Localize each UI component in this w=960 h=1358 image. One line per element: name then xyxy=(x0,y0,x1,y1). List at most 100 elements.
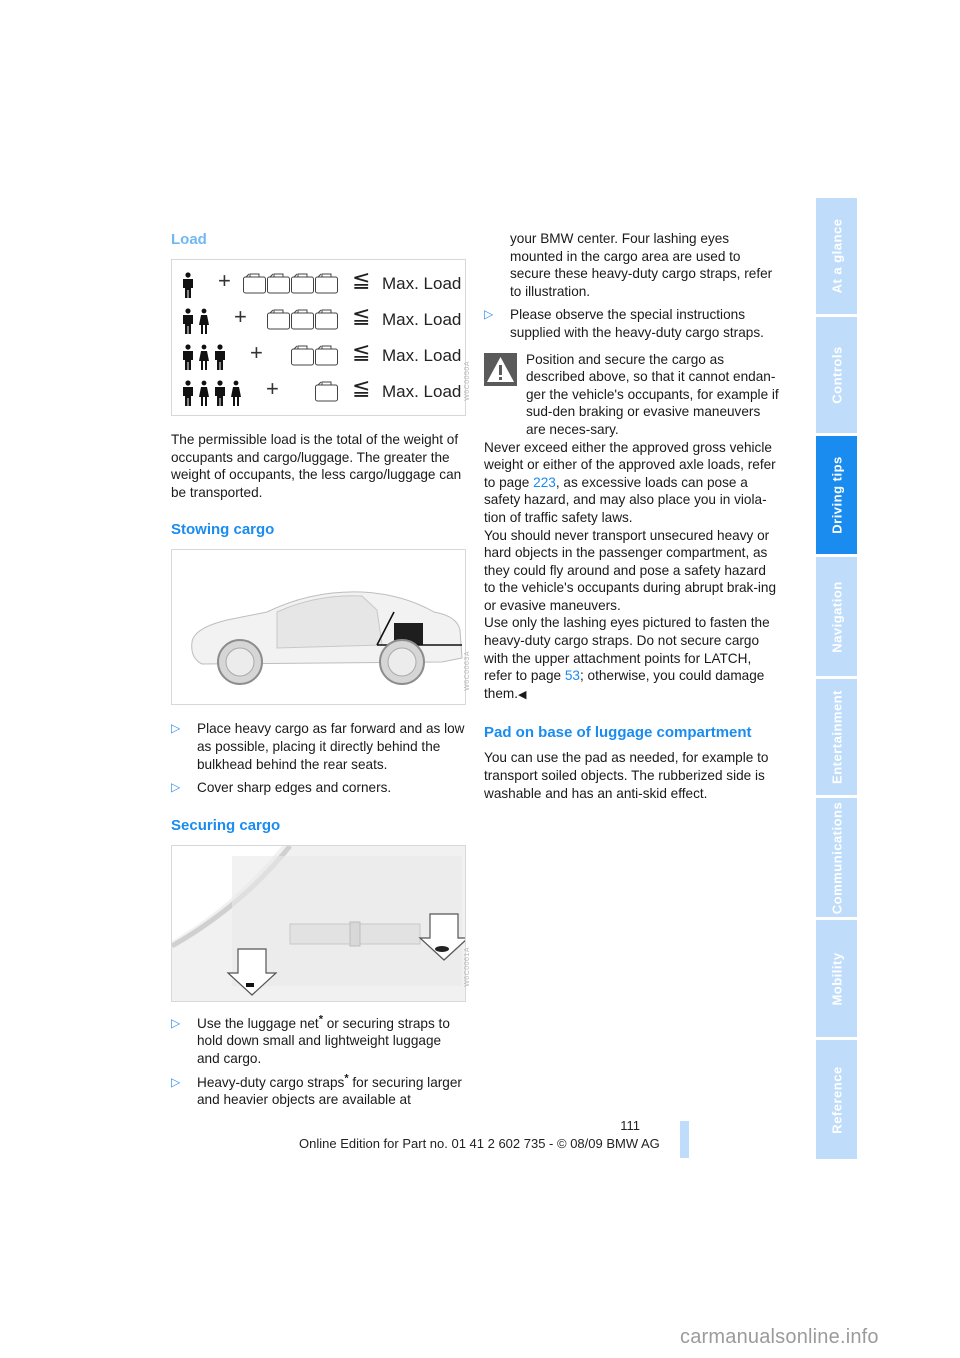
figure-code: W6C0063A xyxy=(464,650,472,691)
sidebar-tab-reference[interactable]: Reference xyxy=(816,1040,857,1159)
plus-sign: + xyxy=(250,340,263,365)
bullet-text: Place heavy cargo as far forward and as … xyxy=(197,721,465,772)
bullet-item: ▷ Place heavy cargo as far forward and as… xyxy=(171,720,466,773)
sidebar-tab-communications[interactable]: Communications xyxy=(816,798,857,917)
occupants xyxy=(182,272,199,303)
less-or-equal-sign: ≦ xyxy=(352,339,371,364)
luggage-icon xyxy=(290,345,316,370)
page-marker-bar xyxy=(680,1121,689,1158)
woman-icon xyxy=(199,380,209,409)
luggage-icon xyxy=(266,309,292,334)
bullet-text: Heavy-duty cargo straps xyxy=(197,1074,345,1090)
luggage-group xyxy=(266,307,340,336)
section-heading-stowing-cargo: Stowing cargo xyxy=(171,521,275,539)
edition-line: Online Edition for Part no. 01 41 2 602 … xyxy=(299,1136,660,1151)
luggage-icon xyxy=(314,273,340,298)
warning-paragraph-axle-loads: Never exceed either the approved gross v… xyxy=(484,439,780,527)
car-side-figure: W6C0063A xyxy=(171,549,471,706)
tab-label: Navigation xyxy=(829,580,844,653)
figure-code: W6C0061A xyxy=(464,946,472,987)
right-column: your BMW center. Four lashing eyes mount… xyxy=(484,230,780,802)
tab-label: Communications xyxy=(829,801,844,914)
man-icon xyxy=(182,380,194,409)
tab-label: Mobility xyxy=(829,951,844,1006)
sidebar-tab-entertainment[interactable]: Entertainment xyxy=(816,679,857,795)
occupants xyxy=(182,308,214,339)
end-of-warning-icon: ◀ xyxy=(518,688,527,701)
tab-label: Driving tips xyxy=(829,456,844,534)
trunk-illustration xyxy=(170,844,470,996)
bullet-triangle-icon: ▷ xyxy=(171,1074,181,1089)
load-row: + ≦ Max. Load xyxy=(172,268,465,304)
tab-label: Entertainment xyxy=(829,690,844,784)
figure-code: W6C0050A xyxy=(464,361,472,401)
man-icon xyxy=(182,308,194,337)
luggage-icon xyxy=(290,273,316,298)
bullet-text: Please observe the special instructions … xyxy=(510,307,764,340)
section-heading-securing-cargo: Securing cargo xyxy=(171,816,281,834)
tab-label: Controls xyxy=(829,346,844,404)
bullet-item: ▷ Cover sharp edges and corners. xyxy=(171,779,466,797)
sidebar-tab-navigation[interactable]: Navigation xyxy=(816,557,857,676)
luggage-group xyxy=(290,343,340,372)
bullet-item: ▷ Please observe the special instructions… xyxy=(484,306,780,341)
stowing-bullet-list: ▷ Place heavy cargo as far forward and as… xyxy=(171,720,466,796)
warning-paragraph: Position and secure the cargo as describ… xyxy=(526,351,779,437)
load-row: + ≦ Max. Load xyxy=(172,376,465,412)
luggage-compartment-figure: W6C0061A xyxy=(170,844,471,1002)
bullet-triangle-icon: ▷ xyxy=(171,721,181,736)
woman-icon xyxy=(199,344,209,373)
max-load-label: Max. Load xyxy=(382,274,462,293)
occupants xyxy=(182,344,231,375)
warning-paragraph-lashing: Use only the lashing eyes pictured to fa… xyxy=(484,614,780,704)
luggage-icon xyxy=(314,309,340,334)
load-paragraph: The permissible load is the total of the… xyxy=(171,432,462,500)
load-row: + ≦ Max. Load xyxy=(172,304,465,340)
left-column: Load + ≦ Max. Load + ≦ Max. Load + ≦ Max. Load + ≦… xyxy=(170,230,471,1109)
section-heading-pad: Pad on base of luggage compartment xyxy=(484,724,752,742)
plus-sign: + xyxy=(234,304,247,329)
tab-label: At a glance xyxy=(829,218,844,294)
plus-sign: + xyxy=(266,376,279,401)
bullet-item: ▷ Heavy-duty cargo straps* for securing l… xyxy=(171,1073,466,1109)
bullet-item: ▷ Use the luggage net* or securing straps… xyxy=(171,1014,466,1068)
bullet-text: Use the luggage net xyxy=(197,1015,319,1031)
luggage-icon xyxy=(314,345,340,370)
warning-text: Position and secure the cargo as describ… xyxy=(484,351,780,439)
load-figure: + ≦ Max. Load + ≦ Max. Load + ≦ Max. Load + ≦ Max. … xyxy=(171,259,471,416)
luggage-icon xyxy=(290,309,316,334)
page-number: 111 xyxy=(620,1118,640,1133)
woman-icon xyxy=(231,380,241,409)
warning-icon xyxy=(484,352,517,386)
sidebar-tab-at-a-glance[interactable]: At a glance xyxy=(816,198,857,314)
bullet-text: Cover sharp edges and corners. xyxy=(197,780,392,796)
sidebar-tab-driving-tips[interactable]: Driving tips xyxy=(816,436,857,554)
man-icon xyxy=(182,272,194,301)
man-icon xyxy=(214,380,226,409)
luggage-icon xyxy=(242,273,268,298)
less-or-equal-sign: ≦ xyxy=(352,303,371,328)
sidebar-tab-controls[interactable]: Controls xyxy=(816,317,857,433)
luggage-icon xyxy=(266,273,292,298)
bullet-triangle-icon: ▷ xyxy=(171,1015,181,1030)
bullet-triangle-icon: ▷ xyxy=(484,307,494,322)
woman-icon xyxy=(199,308,209,337)
man-icon xyxy=(182,344,194,373)
man-icon xyxy=(214,344,226,373)
max-load-label: Max. Load xyxy=(382,382,462,401)
less-or-equal-sign: ≦ xyxy=(352,267,371,292)
car-illustration xyxy=(191,591,463,686)
bullet-triangle-icon: ▷ xyxy=(171,780,181,795)
watermark: carmanualsonline.info xyxy=(680,1326,879,1348)
page-link-223[interactable]: 223 xyxy=(533,475,556,490)
warning-block: Position and secure the cargo as describ… xyxy=(484,351,780,705)
luggage-group xyxy=(242,271,340,300)
page-link-53[interactable]: 53 xyxy=(565,668,580,683)
max-load-label: Max. Load xyxy=(382,310,462,329)
luggage-group xyxy=(314,379,340,408)
pad-paragraph: You can use the pad as needed, for examp… xyxy=(484,750,769,801)
less-or-equal-sign: ≦ xyxy=(352,375,371,400)
luggage-icon xyxy=(314,381,340,406)
sidebar-tab-mobility[interactable]: Mobility xyxy=(816,920,857,1037)
warning-paragraph-unsecured: You should never transport unsecured hea… xyxy=(484,527,777,613)
